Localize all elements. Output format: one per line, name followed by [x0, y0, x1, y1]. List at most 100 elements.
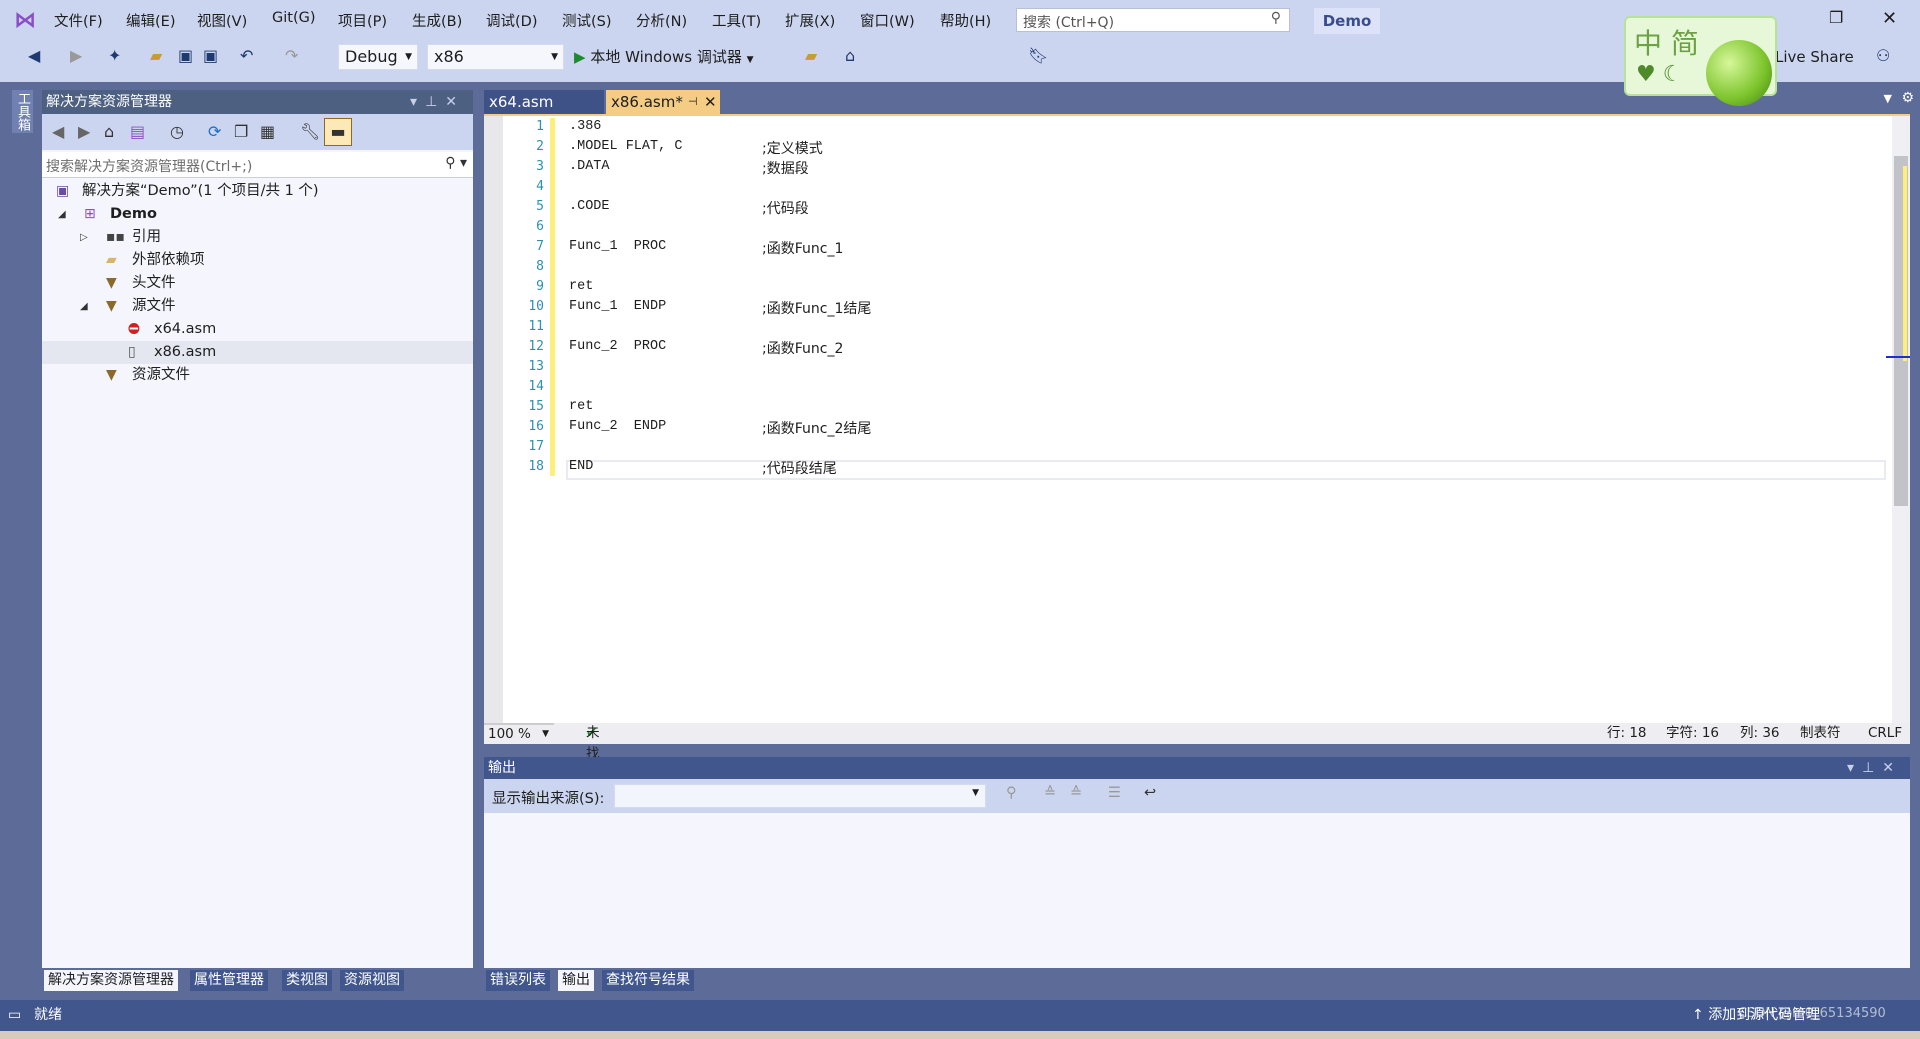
code-editor[interactable]: 1 .386 2 .MODEL FLAT, C ;定义模式 3 .DATA ;数据段 4 5 .CO…: [484, 114, 1910, 723]
save-all-icon[interactable]: ▣: [203, 46, 218, 65]
next-message-icon[interactable]: ≙: [1070, 785, 1082, 801]
redo-icon[interactable]: ↷: [285, 46, 298, 65]
solution-name-badge[interactable]: Demo: [1314, 8, 1380, 34]
menu-item[interactable]: 文件(F): [54, 10, 103, 31]
tree-item[interactable]: ▼ 头文件: [42, 272, 473, 295]
properties-icon[interactable]: 🔧︎: [300, 122, 320, 141]
line-number: 11: [528, 319, 544, 334]
pin-icon[interactable]: ⊥: [425, 94, 445, 110]
output-source-dropdown[interactable]: ▼: [614, 784, 986, 808]
pin-icon[interactable]: ⊥: [1862, 760, 1882, 776]
file-icon: ▯: [128, 344, 136, 360]
tab-x86-asm[interactable]: x86.asm* ⊣ ✕: [606, 90, 720, 114]
find-message-icon[interactable]: ⚲: [1006, 785, 1017, 801]
menu-item[interactable]: 分析(N): [636, 10, 687, 31]
find-in-files-icon[interactable]: ▰: [805, 46, 817, 65]
close-icon[interactable]: ✕: [445, 94, 465, 110]
bottom-tab[interactable]: 资源视图: [340, 970, 404, 991]
undo-icon[interactable]: ↶: [240, 46, 253, 65]
menu-item[interactable]: 测试(S): [562, 10, 612, 31]
menu-item[interactable]: 调试(D): [486, 10, 537, 31]
feedback-icon[interactable]: ⚇: [1876, 46, 1890, 65]
pending-changes-icon[interactable]: ◷: [170, 122, 184, 141]
solution-explorer-search[interactable]: 搜索解决方案资源管理器(Ctrl+;) ⚲ ▾: [42, 152, 473, 178]
solution-icon: ▣: [56, 183, 70, 199]
bottom-tab[interactable]: 属性管理器: [190, 970, 268, 991]
clear-all-icon[interactable]: ☰: [1108, 785, 1121, 801]
zoom-value: 100 %: [488, 726, 531, 742]
tab-x64-asm[interactable]: x64.asm: [484, 90, 604, 114]
home-icon[interactable]: ⌂: [104, 122, 114, 141]
switch-views-icon[interactable]: ▤: [130, 122, 145, 141]
show-all-files-icon[interactable]: ▦: [260, 122, 275, 141]
ime-widget[interactable]: 中 简 ♥ ☾: [1624, 16, 1777, 106]
dropdown-icon[interactable]: ▼: [1884, 92, 1892, 105]
menu-item[interactable]: Git(G): [272, 10, 316, 26]
chevron-down-icon: ▼: [405, 52, 412, 62]
browser-icon[interactable]: ⌂: [845, 46, 855, 65]
start-debugging-button[interactable]: ▶ 本地 Windows 调试器 ▼: [574, 44, 754, 70]
line-number: 17: [528, 439, 544, 454]
solution-explorer-panel: 解决方案资源管理器 ▾⊥✕ ◀ ▶ ⌂ ▤ ◷ ⟳ ❐ ▦ 🔧︎ ▬ 搜索解决方案…: [42, 90, 473, 968]
tree-item[interactable]: ▷ ▪▪ 引用: [42, 226, 473, 249]
menu-item[interactable]: 编辑(E): [126, 10, 175, 31]
collapse-icon[interactable]: ◢: [58, 203, 66, 226]
tree-item[interactable]: ⛔︎ x64.asm: [42, 318, 473, 341]
tree-item[interactable]: ▣ 解决方案“Demo”(1 个项目/共 1 个): [42, 180, 473, 203]
menu-item[interactable]: 扩展(X): [785, 10, 835, 31]
pin-icon[interactable]: ⊣: [688, 90, 698, 114]
forward-icon[interactable]: ▶: [70, 46, 82, 65]
live-share-button[interactable]: Live Share: [1775, 44, 1854, 70]
toolbox-strip[interactable]: 工具箱: [0, 84, 40, 994]
menu-item[interactable]: 工具(T): [712, 10, 761, 31]
bottom-tab[interactable]: 解决方案资源管理器: [44, 970, 178, 991]
preview-icon[interactable]: ▬: [324, 118, 352, 146]
save-icon[interactable]: ▣: [178, 46, 193, 65]
ime-mode-text: 中 简: [1634, 27, 1699, 60]
back-icon[interactable]: ◀: [28, 46, 40, 65]
menu-item[interactable]: 窗口(W): [860, 10, 915, 31]
bottom-tab[interactable]: 输出: [558, 970, 594, 991]
search-input[interactable]: 搜索 (Ctrl+Q) ⚲: [1016, 8, 1290, 32]
collapse-all-icon[interactable]: ❐: [234, 122, 248, 141]
toolbox-tab[interactable]: 工具箱: [12, 90, 33, 133]
line-number: 9: [536, 279, 544, 294]
restore-icon[interactable]: ❐: [1829, 8, 1843, 27]
configuration-dropdown[interactable]: Debug ▼: [338, 44, 418, 70]
sync-icon[interactable]: ⟳: [208, 122, 221, 141]
vertical-scrollbar[interactable]: [1886, 116, 1910, 723]
zoom-dropdown[interactable]: 100 % ▼: [484, 723, 554, 742]
previous-message-icon[interactable]: ≙: [1044, 785, 1056, 801]
filter-folder-icon: ▼: [106, 275, 117, 291]
platform-dropdown[interactable]: x86 ▼: [427, 44, 564, 70]
open-icon[interactable]: ▰: [150, 46, 162, 65]
eol-indicator[interactable]: CRLF: [1868, 723, 1902, 744]
close-icon[interactable]: ✕: [1882, 760, 1902, 776]
tree-item[interactable]: ▼ 资源文件: [42, 364, 473, 387]
menu-item[interactable]: 帮助(H): [940, 10, 991, 31]
word-wrap-icon[interactable]: ↩: [1144, 785, 1156, 801]
forward-icon[interactable]: ▶: [78, 122, 90, 141]
dropdown-icon[interactable]: ▾: [410, 94, 425, 110]
tree-item[interactable]: ▰ 外部依赖项: [42, 249, 473, 272]
bottom-tab[interactable]: 查找符号结果: [602, 970, 694, 991]
close-icon[interactable]: ✕: [704, 90, 717, 114]
bottom-tab[interactable]: 类视图: [282, 970, 332, 991]
collapse-icon[interactable]: ◢: [80, 295, 88, 318]
new-project-icon[interactable]: ✦: [108, 46, 121, 65]
tree-item[interactable]: ◢ ⊞ Demo: [42, 203, 473, 226]
tree-item[interactable]: ◢ ▼ 源文件: [42, 295, 473, 318]
dropdown-icon[interactable]: ▾: [1847, 760, 1862, 776]
line-number: 2: [536, 139, 544, 154]
close-icon[interactable]: ✕: [1882, 8, 1897, 29]
menu-item[interactable]: 视图(V): [197, 10, 247, 31]
tree-item[interactable]: ▯ x86.asm: [42, 341, 473, 364]
menu-item[interactable]: 项目(P): [338, 10, 387, 31]
expand-icon[interactable]: ▷: [80, 226, 88, 249]
gear-icon[interactable]: ⚙: [1901, 90, 1914, 106]
back-icon[interactable]: ◀: [52, 122, 64, 141]
menu-item[interactable]: 生成(B): [412, 10, 462, 31]
bottom-tab[interactable]: 错误列表: [486, 970, 550, 991]
bookmark-icon[interactable]: 🔖︎: [1028, 46, 1048, 65]
tabs-indicator[interactable]: 制表符: [1800, 723, 1841, 744]
